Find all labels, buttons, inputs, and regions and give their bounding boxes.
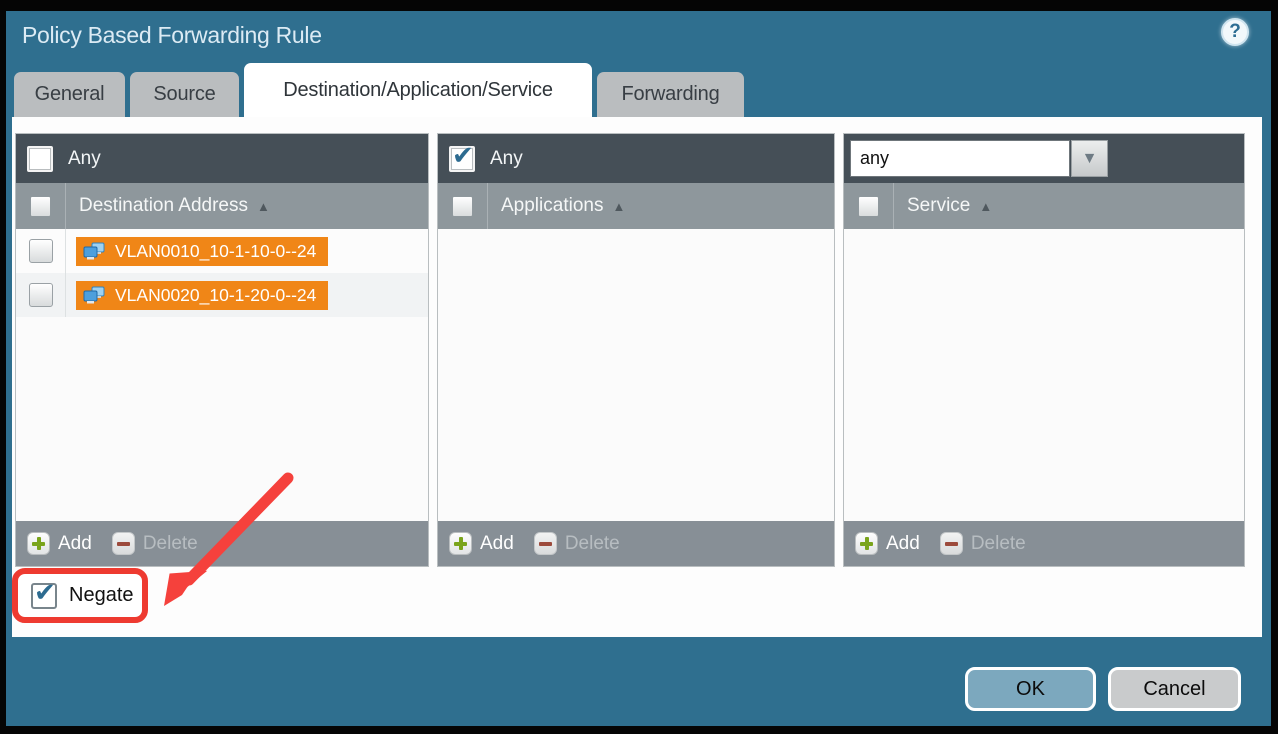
service-header-label: Service	[894, 195, 970, 217]
plus-icon	[855, 532, 878, 555]
destination-select-all-checkbox[interactable]	[30, 196, 51, 217]
applications-column: Any Applications ▲ Add Delete	[437, 133, 835, 567]
dialog-title: Policy Based Forwarding Rule	[22, 22, 322, 49]
service-footer: Add Delete	[844, 521, 1244, 566]
destination-any-bar: Any	[16, 134, 428, 183]
address-object-label: VLAN0020_10-1-20-0--24	[115, 285, 316, 306]
minus-icon	[940, 532, 963, 555]
destination-list: VLAN0010_10-1-10-0--24 VLAN0020_10-1-20-…	[16, 229, 428, 521]
tab-general[interactable]: General	[14, 72, 125, 117]
destination-header-label: Destination Address	[66, 195, 248, 217]
delete-button[interactable]: Delete	[534, 532, 620, 555]
negate-label: Negate	[69, 584, 134, 607]
applications-any-label: Any	[490, 148, 523, 170]
add-button[interactable]: Add	[27, 532, 92, 555]
tab-forwarding[interactable]: Forwarding	[597, 72, 744, 117]
applications-any-bar: Any	[438, 134, 834, 183]
help-icon[interactable]: ?	[1221, 18, 1249, 46]
service-select-all-checkbox[interactable]	[858, 196, 879, 217]
service-column: any ▼ Service ▲ Add Delete	[843, 133, 1245, 567]
row-checkbox[interactable]	[29, 239, 53, 263]
cancel-button[interactable]: Cancel	[1108, 667, 1241, 711]
chevron-down-icon: ▼	[1082, 150, 1098, 168]
dropdown-button[interactable]: ▼	[1071, 140, 1108, 177]
negate-checkbox[interactable]	[31, 583, 57, 609]
negate-highlight-annotation: Negate	[12, 568, 148, 623]
address-object-chip[interactable]: VLAN0010_10-1-10-0--24	[76, 237, 328, 266]
service-list	[844, 229, 1244, 521]
table-row[interactable]: VLAN0010_10-1-10-0--24	[16, 229, 428, 273]
destination-footer: Add Delete	[16, 521, 428, 566]
plus-icon	[27, 532, 50, 555]
applications-any-checkbox[interactable]	[449, 146, 475, 172]
applications-column-header[interactable]: Applications ▲	[438, 183, 834, 229]
applications-footer: Add Delete	[438, 521, 834, 566]
destination-any-checkbox[interactable]	[27, 146, 53, 172]
service-dropdown[interactable]: any ▼	[850, 140, 1108, 177]
add-button[interactable]: Add	[855, 532, 920, 555]
sort-asc-icon: ▲	[257, 199, 270, 214]
minus-icon	[534, 532, 557, 555]
tab-destination-application-service[interactable]: Destination/Application/Service	[244, 63, 592, 117]
table-row[interactable]: VLAN0020_10-1-20-0--24	[16, 273, 428, 317]
applications-list	[438, 229, 834, 521]
service-dropdown-value[interactable]: any	[850, 140, 1070, 177]
service-dropdown-bar: any ▼	[844, 134, 1244, 183]
address-object-chip[interactable]: VLAN0020_10-1-20-0--24	[76, 281, 328, 310]
destination-address-column: Any Destination Address ▲	[15, 133, 429, 567]
tab-content-panel: Any Destination Address ▲	[12, 117, 1262, 637]
delete-button[interactable]: Delete	[940, 532, 1026, 555]
sort-asc-icon: ▲	[612, 199, 625, 214]
network-hosts-icon	[83, 286, 106, 304]
destination-any-label: Any	[68, 148, 101, 170]
delete-button[interactable]: Delete	[112, 532, 198, 555]
tab-bar: General Source Destination/Application/S…	[14, 63, 1264, 117]
add-button[interactable]: Add	[449, 532, 514, 555]
network-hosts-icon	[83, 242, 106, 260]
plus-icon	[449, 532, 472, 555]
destination-column-header[interactable]: Destination Address ▲	[16, 183, 428, 229]
service-column-header[interactable]: Service ▲	[844, 183, 1244, 229]
tab-source[interactable]: Source	[130, 72, 239, 117]
policy-based-forwarding-dialog: Policy Based Forwarding Rule ? General S…	[6, 11, 1271, 726]
applications-header-label: Applications	[488, 195, 603, 217]
address-object-label: VLAN0010_10-1-10-0--24	[115, 241, 316, 262]
row-checkbox[interactable]	[29, 283, 53, 307]
minus-icon	[112, 532, 135, 555]
title-bar: Policy Based Forwarding Rule ?	[6, 11, 1271, 63]
ok-button[interactable]: OK	[965, 667, 1096, 711]
sort-asc-icon: ▲	[979, 199, 992, 214]
applications-select-all-checkbox[interactable]	[452, 196, 473, 217]
